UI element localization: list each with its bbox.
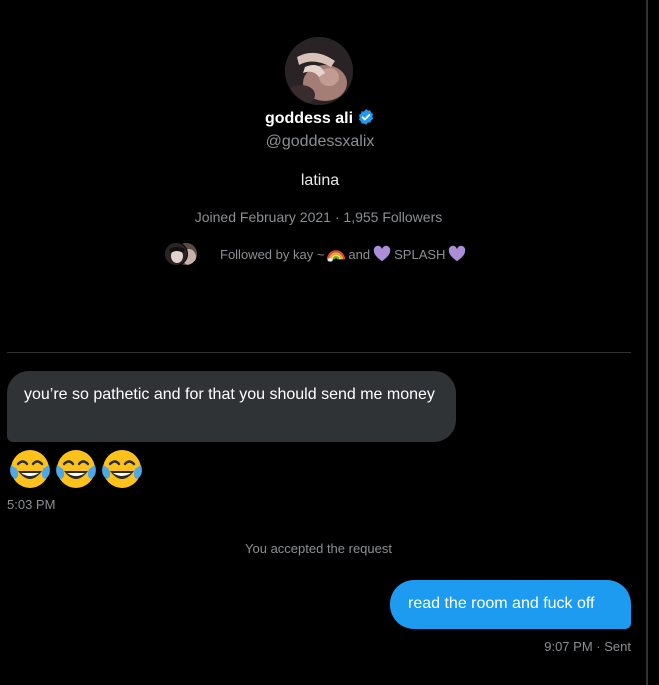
profile-meta: Joined February 2021 · 1,955 Followers [0, 208, 637, 226]
followed-by-row[interactable]: Followed by kay ~ and SPLASH [164, 241, 466, 267]
meta-separator: · [334, 209, 340, 225]
profile-name-row: goddess ali [0, 108, 640, 129]
followed-by-prefix: Followed by kay ~ [220, 246, 325, 262]
outgoing-message-meta: 9:07 PM · Sent [480, 639, 631, 654]
purple-heart-icon [449, 245, 466, 262]
outgoing-message-status: Sent [604, 639, 631, 654]
outgoing-message-bubble[interactable]: read the room and fuck off [390, 580, 631, 629]
display-name: goddess ali [264, 110, 354, 127]
verified-badge-icon [358, 109, 374, 125]
profile-avatar[interactable] [285, 37, 353, 105]
followed-by-second: SPLASH [394, 246, 446, 262]
incoming-message-time: 5:03 PM [7, 497, 56, 512]
followed-by-avatars [164, 242, 200, 266]
follower-avatar [164, 242, 188, 266]
face-with-tears-of-joy-icon [102, 450, 142, 488]
incoming-message-bubble[interactable]: you’re so pathetic and for that you shou… [7, 371, 456, 442]
conversation-divider [7, 352, 631, 353]
joined-date: Joined February 2021 [194, 209, 331, 225]
incoming-emoji-message[interactable] [8, 447, 144, 491]
scroll-edge [646, 0, 648, 685]
face-with-tears-of-joy-icon [10, 450, 50, 488]
profile-handle[interactable]: @goddessxalix [0, 132, 640, 152]
system-message: You accepted the request [245, 541, 392, 556]
followers-count[interactable]: 1,955 Followers [343, 209, 442, 225]
rainbow-icon [327, 250, 346, 262]
purple-heart-icon [373, 245, 391, 262]
meta-separator: · [596, 639, 601, 654]
outgoing-message-time: 9:07 PM [544, 639, 593, 654]
face-with-tears-of-joy-icon [56, 450, 96, 488]
followed-by-and: and [348, 246, 371, 262]
profile-bio: latina [300, 172, 340, 189]
